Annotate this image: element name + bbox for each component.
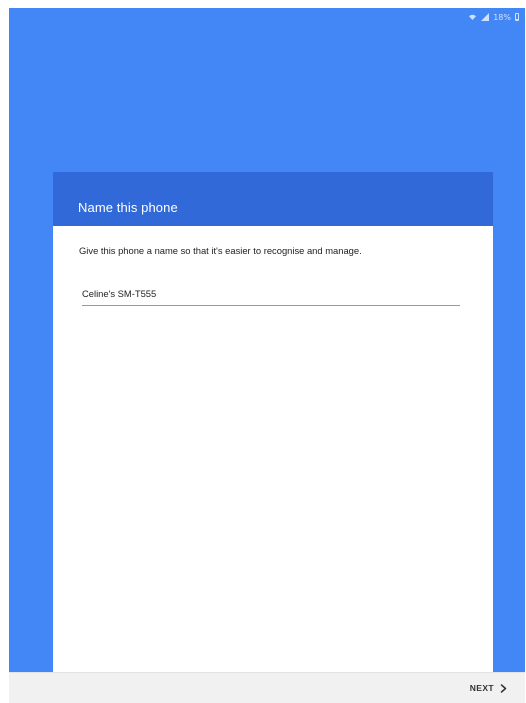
- dialog-description: Give this phone a name so that it's easi…: [79, 245, 362, 256]
- dialog-body: Give this phone a name so that it's easi…: [53, 226, 493, 306]
- device-name-input[interactable]: [82, 288, 460, 306]
- battery-percentage: 18%: [493, 12, 511, 22]
- name-phone-dialog: Name this phone Give this phone a name s…: [53, 172, 493, 672]
- setup-screen: 18% Name this phone Give this phone a na…: [9, 8, 525, 672]
- wifi-icon: [468, 13, 477, 21]
- signal-icon: [481, 13, 490, 21]
- status-bar: 18%: [468, 8, 525, 26]
- dialog-title: Name this phone: [78, 200, 178, 215]
- next-button-label: NEXT: [469, 683, 494, 693]
- chevron-right-icon: [500, 683, 507, 693]
- dialog-header: Name this phone: [53, 172, 493, 226]
- next-button[interactable]: NEXT: [470, 681, 507, 695]
- battery-icon: [515, 13, 519, 21]
- bottom-navigation-bar: NEXT: [9, 672, 525, 703]
